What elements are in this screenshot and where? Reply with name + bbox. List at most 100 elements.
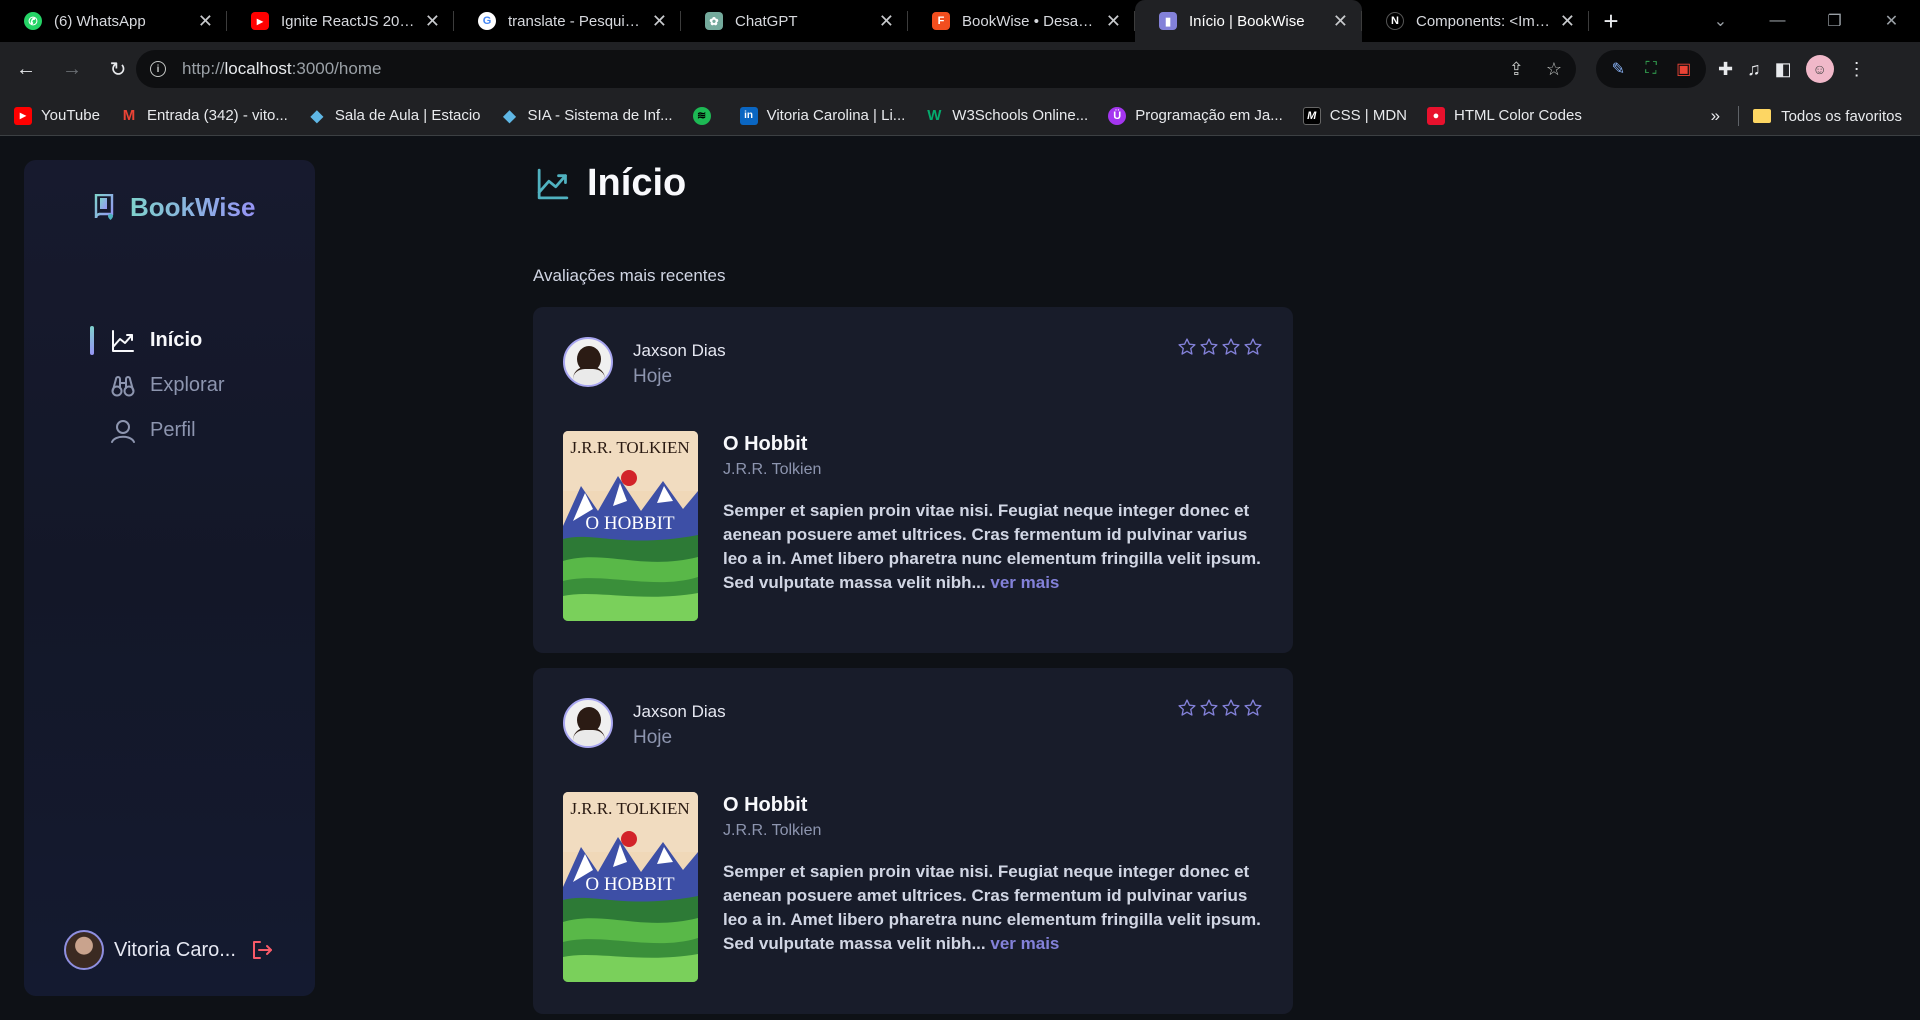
tab-close-icon[interactable]: ✕ xyxy=(1333,11,1348,32)
binoculars-icon xyxy=(111,375,135,396)
cover-author-text: J.R.R. TOLKIEN xyxy=(570,799,689,818)
nav-item-inicio[interactable]: Início xyxy=(90,318,224,363)
tab-close-icon[interactable]: ✕ xyxy=(1560,11,1575,32)
star-icon xyxy=(1200,699,1218,716)
page-title: Início xyxy=(587,162,687,204)
figma-icon: F xyxy=(932,12,950,30)
tab-chatgpt[interactable]: ✿ ChatGPT ✕ xyxy=(681,0,908,42)
info-icon[interactable]: i xyxy=(150,61,166,77)
menu-kebab-icon[interactable]: ⋮ xyxy=(1848,59,1866,80)
bookmark-sia[interactable]: ◆ SIA - Sistema de Inf... xyxy=(501,107,672,125)
reviewer-info: Jaxson Dias Hoje xyxy=(633,341,726,388)
bookmark-w3schools[interactable]: W W3Schools Online... xyxy=(925,107,1088,125)
all-bookmarks-button[interactable]: Todos os favoritos xyxy=(1781,108,1902,125)
see-more-link[interactable]: ver mais xyxy=(990,573,1059,592)
youtube-icon: ▶ xyxy=(14,106,32,125)
tab-figma[interactable]: F BookWise • Desafio F ✕ xyxy=(908,0,1135,42)
cover-title-text: O HOBBIT xyxy=(585,874,675,895)
tab-bookwise-active[interactable]: ▮ Início | BookWise ✕ xyxy=(1135,0,1362,42)
tab-close-icon[interactable]: ✕ xyxy=(879,11,894,32)
extensions-puzzle-icon[interactable]: ✚ xyxy=(1718,59,1733,80)
url-text[interactable]: http://localhost:3000/home xyxy=(182,59,381,79)
restore-icon[interactable]: ❐ xyxy=(1806,11,1863,31)
review-date: Hoje xyxy=(633,727,673,748)
screenshot-icon[interactable]: ⛶ xyxy=(1640,58,1662,80)
estacio-icon: ◆ xyxy=(503,107,516,125)
avatar[interactable] xyxy=(563,337,613,387)
address-bar[interactable]: i http://localhost:3000/home ⇪ ☆ xyxy=(136,50,1576,88)
review-text: Semper et sapien proin vitae nisi. Feugi… xyxy=(723,862,1261,953)
bookmark-star-icon[interactable]: ☆ xyxy=(1546,59,1562,80)
bookmark-htmlcolor[interactable]: ● HTML Color Codes xyxy=(1427,106,1582,125)
extension-pill: ✎ ⛶ ▣ xyxy=(1596,50,1706,88)
bookmark-gmail[interactable]: M Entrada (342) - vito... xyxy=(120,107,288,125)
tab-google[interactable]: G translate - Pesquisa G ✕ xyxy=(454,0,681,42)
share-icon[interactable]: ⇪ xyxy=(1509,59,1524,80)
see-more-link[interactable]: ver mais xyxy=(990,934,1059,953)
star-icon xyxy=(1222,338,1240,355)
side-panel-icon[interactable]: ◧ xyxy=(1775,59,1792,80)
new-tab-button[interactable]: + xyxy=(1589,0,1633,42)
avatar[interactable] xyxy=(64,930,104,970)
forward-button[interactable]: → xyxy=(52,49,92,89)
eyedropper-icon[interactable]: ✎ xyxy=(1607,58,1629,80)
sign-out-icon[interactable] xyxy=(250,938,274,962)
profile-avatar[interactable]: ☺ xyxy=(1805,55,1834,83)
star-icon xyxy=(1244,699,1262,716)
youtube-icon: ▶ xyxy=(251,12,269,30)
extension-red-icon[interactable]: ▣ xyxy=(1673,58,1695,80)
tab-search-icon[interactable]: ⌄ xyxy=(1692,11,1749,31)
app-page: BookWise Início Explorar Perfil Vitoria … xyxy=(0,136,1920,1020)
nav-item-perfil[interactable]: Perfil xyxy=(90,408,224,453)
current-user: Vitoria Caro... xyxy=(64,930,274,970)
w3schools-icon: W xyxy=(927,107,942,124)
reload-button[interactable]: ↻ xyxy=(98,49,138,89)
more-bookmarks-button[interactable]: » xyxy=(1711,106,1720,126)
tab-close-icon[interactable]: ✕ xyxy=(425,11,440,32)
nav-item-label: Início xyxy=(150,329,203,351)
close-window-icon[interactable]: ✕ xyxy=(1863,11,1920,31)
user-icon xyxy=(111,419,135,443)
sidebar: BookWise Início Explorar Perfil Vitoria … xyxy=(24,160,315,996)
back-button[interactable]: ← xyxy=(6,49,46,89)
star-icon xyxy=(1222,699,1240,716)
whatsapp-icon: ✆ xyxy=(24,12,42,30)
tab-title: (6) WhatsApp xyxy=(54,12,146,30)
star-icon xyxy=(1178,338,1196,355)
user-name: Vitoria Caro... xyxy=(114,938,236,961)
avatar[interactable] xyxy=(563,698,613,748)
tab-close-icon[interactable]: ✕ xyxy=(1106,11,1121,32)
rating-stars xyxy=(1177,337,1263,357)
minimize-icon[interactable]: — xyxy=(1749,12,1806,30)
bookmark-mdn[interactable]: M CSS | MDN xyxy=(1302,106,1407,125)
bookmark-spotify[interactable]: ≋ xyxy=(692,106,720,125)
review-header: Jaxson Dias Hoje xyxy=(563,337,726,388)
bookmark-udemy[interactable]: Ü Programação em Ja... xyxy=(1108,106,1283,125)
star-icon xyxy=(1178,699,1196,716)
book-title[interactable]: O Hobbit xyxy=(723,433,1263,456)
book-cover-image[interactable]: J.R.R. TOLKIEN O HOBBIT xyxy=(563,431,698,621)
nav-item-label: Explorar xyxy=(150,374,225,396)
bookmarks-bar: ▶ YouTube M Entrada (342) - vito... ◆ Sala … xyxy=(0,96,1920,136)
tab-close-icon[interactable]: ✕ xyxy=(198,11,213,32)
tab-close-icon[interactable]: ✕ xyxy=(652,11,667,32)
book-author: J.R.R. Tolkien xyxy=(723,822,822,839)
bookmark-linkedin[interactable]: in Vitoria Carolina | Li... xyxy=(739,106,905,125)
udemy-icon: Ü xyxy=(1108,106,1127,125)
tab-nextjs[interactable]: N Components: <Imag ✕ xyxy=(1362,0,1589,42)
estacio-icon: ◆ xyxy=(310,107,324,125)
book-title[interactable]: O Hobbit xyxy=(723,794,1263,817)
tab-youtube[interactable]: ▶ Ignite ReactJS 2023 - ✕ xyxy=(227,0,454,42)
book-cover-image[interactable]: J.R.R. TOLKIEN O HOBBIT xyxy=(563,792,698,982)
brand-name: BookWise xyxy=(130,192,256,222)
bookmark-youtube[interactable]: ▶ YouTube xyxy=(14,106,100,125)
brand-logo[interactable]: BookWise xyxy=(94,192,255,223)
nav-item-explorar[interactable]: Explorar xyxy=(90,363,224,408)
tab-whatsapp[interactable]: ✆ (6) WhatsApp ✕ xyxy=(0,0,227,42)
rating-stars xyxy=(1177,698,1263,718)
book-info: O Hobbit J.R.R. Tolkien Semper et sapien… xyxy=(723,433,1263,595)
bookmark-estacio[interactable]: ◆ Sala de Aula | Estacio xyxy=(308,107,481,125)
tab-title: BookWise • Desafio F xyxy=(962,12,1096,30)
extensions-area: ✎ ⛶ ▣ ✚ ♫ ◧ ☺ ⋮ xyxy=(1596,50,1866,88)
media-icon[interactable]: ♫ xyxy=(1747,59,1761,80)
